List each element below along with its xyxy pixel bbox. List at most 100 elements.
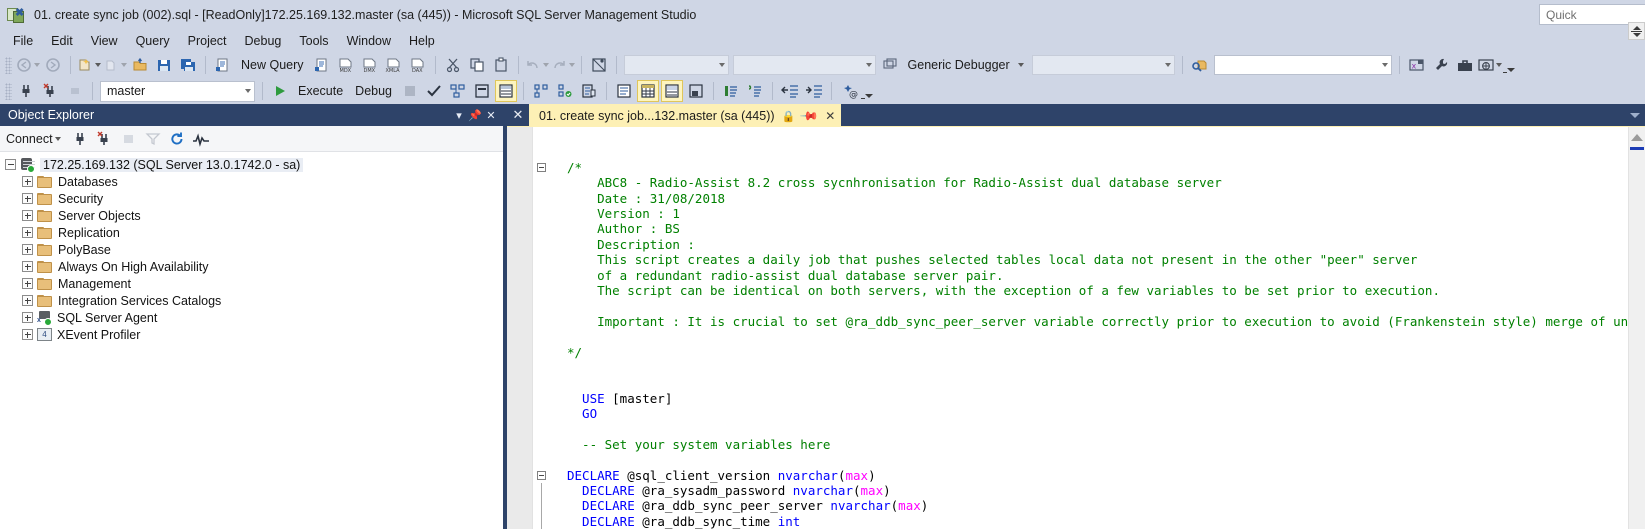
- uncomment-lines-button[interactable]: [744, 80, 766, 102]
- editor-split-control[interactable]: [1628, 22, 1645, 40]
- redo-button[interactable]: [551, 54, 575, 76]
- tree-node-sql-server-agent[interactable]: x SQL Server Agent: [0, 309, 503, 326]
- connect-object-explorer-icon[interactable]: [70, 128, 92, 150]
- sql-azure-icon[interactable]: x: [1406, 54, 1428, 76]
- tree-node-polybase[interactable]: PolyBase: [0, 241, 503, 258]
- new-mdx-query-button[interactable]: MDX: [335, 54, 357, 76]
- refresh-icon[interactable]: [166, 128, 188, 150]
- new-query-label[interactable]: New Query: [235, 58, 310, 72]
- sql-code-editor[interactable]: /* ABC8 - Radio-Assist 8.2 cross sycnhro…: [507, 127, 1628, 529]
- comment-lines-button[interactable]: [720, 80, 742, 102]
- new-dax-query-button[interactable]: DAX: [407, 54, 429, 76]
- expander-minus-icon[interactable]: [5, 159, 16, 170]
- toolbar-grip[interactable]: [5, 82, 12, 100]
- open-file-button[interactable]: [129, 54, 151, 76]
- disconnect-icon[interactable]: [40, 80, 62, 102]
- fold-minus-icon[interactable]: [537, 470, 546, 480]
- decrease-indent-button[interactable]: [779, 80, 801, 102]
- expander-plus-icon[interactable]: [22, 278, 33, 289]
- cut-button[interactable]: [442, 54, 464, 76]
- execute-icon[interactable]: [269, 80, 291, 102]
- display-estimated-plan-button[interactable]: [447, 80, 469, 102]
- tree-node-databases[interactable]: Databases: [0, 173, 503, 190]
- toolbar-combo-2[interactable]: [732, 55, 876, 75]
- web-browser-icon[interactable]: [1478, 54, 1502, 76]
- debug-label[interactable]: Debug: [349, 84, 398, 98]
- filter-icon[interactable]: [142, 128, 164, 150]
- menu-help[interactable]: Help: [400, 32, 444, 50]
- include-actual-plan-button[interactable]: [495, 80, 518, 102]
- expander-plus-icon[interactable]: [22, 210, 33, 221]
- results-to-file-button[interactable]: [578, 80, 600, 102]
- pin-icon[interactable]: 📌: [799, 106, 819, 126]
- disconnect-object-explorer-icon[interactable]: [94, 128, 116, 150]
- activity-monitor-icon[interactable]: [190, 128, 212, 150]
- menu-edit[interactable]: Edit: [42, 32, 82, 50]
- new-project-button[interactable]: [77, 54, 101, 76]
- find-input[interactable]: [1213, 55, 1392, 75]
- wrench-icon[interactable]: [1430, 54, 1452, 76]
- expander-plus-icon[interactable]: [22, 329, 33, 340]
- tree-node-replication[interactable]: Replication: [0, 224, 503, 241]
- copy-button[interactable]: [466, 54, 488, 76]
- new-item-button[interactable]: [103, 54, 127, 76]
- close-document-icon[interactable]: ✕: [507, 104, 529, 126]
- expander-plus-icon[interactable]: [22, 227, 33, 238]
- generic-debugger-label[interactable]: Generic Debugger: [902, 58, 1016, 72]
- toolbar-grip[interactable]: [5, 56, 12, 74]
- change-connection-icon[interactable]: [64, 80, 86, 102]
- increase-indent-button[interactable]: [803, 80, 825, 102]
- tab-list-dropdown[interactable]: [1625, 104, 1645, 126]
- include-client-stats-button[interactable]: [554, 80, 576, 102]
- connect-icon[interactable]: [16, 80, 38, 102]
- menu-debug[interactable]: Debug: [236, 32, 291, 50]
- new-dmx-query-button[interactable]: DMX: [359, 54, 381, 76]
- fold-minus-icon[interactable]: [537, 162, 546, 172]
- pin-icon[interactable]: 📌: [467, 106, 483, 124]
- navigate-back-button[interactable]: [16, 54, 40, 76]
- menu-window[interactable]: Window: [338, 32, 400, 50]
- tree-node-server[interactable]: 172.25.169.132 (SQL Server 13.0.1742.0 -…: [0, 156, 503, 173]
- tree-node-always-on-high-availability[interactable]: Always On High Availability: [0, 258, 503, 275]
- expander-plus-icon[interactable]: [22, 261, 33, 272]
- editor-gutter[interactable]: [507, 127, 533, 529]
- new-analysis-query-button[interactable]: [311, 54, 333, 76]
- scroll-up-arrow-icon[interactable]: [1631, 134, 1643, 141]
- panel-menu-icon[interactable]: ▾: [451, 106, 467, 124]
- navigate-forward-button[interactable]: [42, 54, 64, 76]
- scrollbar-thumb[interactable]: [1630, 147, 1644, 150]
- menu-tools[interactable]: Tools: [290, 32, 337, 50]
- tree-node-server-objects[interactable]: Server Objects: [0, 207, 503, 224]
- chevron-down-icon[interactable]: [1017, 63, 1024, 67]
- editor-vertical-scrollbar[interactable]: [1628, 127, 1645, 529]
- expander-plus-icon[interactable]: [22, 312, 33, 323]
- connect-dropdown-button[interactable]: Connect: [4, 130, 65, 148]
- menu-file[interactable]: File: [4, 32, 42, 50]
- stop-action-icon[interactable]: [118, 128, 140, 150]
- toolbar-combo-3[interactable]: [1031, 55, 1175, 75]
- menu-query[interactable]: Query: [127, 32, 179, 50]
- save-button[interactable]: [153, 54, 175, 76]
- new-xmla-query-button[interactable]: XMLA: [383, 54, 405, 76]
- tree-node-integration-services-catalogs[interactable]: Integration Services Catalogs: [0, 292, 503, 309]
- execute-label[interactable]: Execute: [292, 84, 349, 98]
- show-diagram-pane-button[interactable]: [588, 54, 610, 76]
- stop-button[interactable]: [399, 80, 421, 102]
- toolbar-combo-1[interactable]: [623, 55, 729, 75]
- specify-values-template-button[interactable]: @: [838, 80, 860, 102]
- tree-node-security[interactable]: Security: [0, 190, 503, 207]
- results-to-grid-button[interactable]: [637, 80, 660, 102]
- expander-plus-icon[interactable]: [22, 193, 33, 204]
- toolbar-overflow-button[interactable]: [1502, 54, 1515, 76]
- results-to-text-button[interactable]: [613, 80, 635, 102]
- editor-tab-active[interactable]: 01. create sync job...132.master (sa (44…: [529, 104, 842, 126]
- menu-project[interactable]: Project: [179, 32, 236, 50]
- results-to-file2-button[interactable]: [661, 80, 684, 102]
- expander-plus-icon[interactable]: [22, 176, 33, 187]
- database-selector[interactable]: master: [100, 80, 255, 102]
- query-options-button[interactable]: [471, 80, 493, 102]
- undo-button[interactable]: [525, 54, 549, 76]
- toolbox-icon[interactable]: [1454, 54, 1476, 76]
- close-icon[interactable]: ✕: [483, 106, 499, 124]
- sql-code-content[interactable]: /* ABC8 - Radio-Assist 8.2 cross sycnhro…: [533, 127, 1628, 529]
